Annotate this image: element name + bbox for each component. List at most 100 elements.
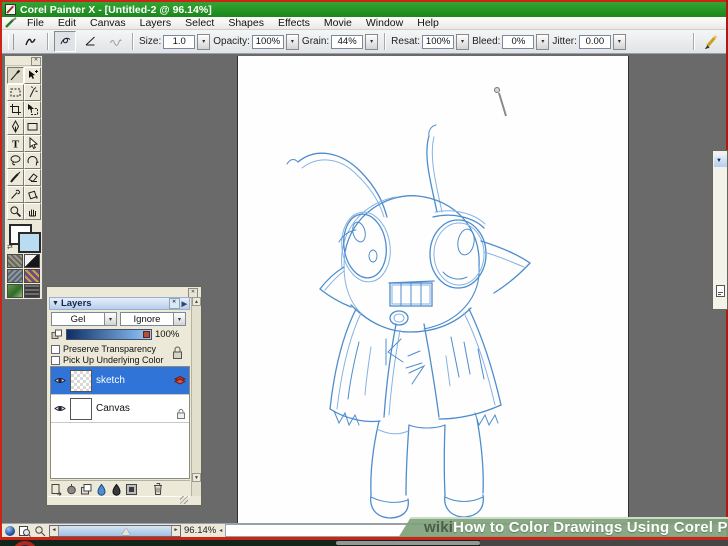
opacity-dropdown-button[interactable]: ▾ <box>285 33 299 50</box>
document-canvas[interactable] <box>237 56 629 523</box>
jitter-input[interactable]: 0.00 <box>578 34 611 49</box>
freehand-strokes-button[interactable] <box>54 31 76 52</box>
delete-layer-trash-icon[interactable] <box>152 482 164 496</box>
jitter-dropdown-button[interactable]: ▾ <box>612 33 626 50</box>
title-bar[interactable]: Corel Painter X - [Untitled-2 @ 96.14%] <box>2 2 726 17</box>
tool-text[interactable]: T <box>6 135 24 152</box>
brush-stroke-preview-button[interactable] <box>19 31 41 52</box>
resat-input[interactable]: 100% <box>422 34 455 49</box>
layer-thumbnail[interactable] <box>70 397 92 420</box>
resize-grip-icon[interactable] <box>180 496 188 504</box>
menu-item-edit[interactable]: Edit <box>51 17 83 29</box>
grain-input[interactable]: 44% <box>331 34 364 49</box>
layers-section-close-button[interactable]: ✕ <box>168 298 180 309</box>
swap-colors-icon[interactable]: ⇄ <box>7 243 13 251</box>
look-selector[interactable] <box>24 284 40 298</box>
bleed-dropdown-button[interactable]: ▾ <box>536 33 550 50</box>
menu-item-movie[interactable]: Movie <box>317 17 359 29</box>
page-info-icon[interactable] <box>18 525 31 537</box>
zoom-tool-icon[interactable] <box>34 525 46 537</box>
zoom-slider[interactable]: ◄ ► <box>49 524 181 537</box>
main-color-swatch[interactable] <box>18 232 41 253</box>
tool-dropper[interactable] <box>6 186 24 203</box>
color-selector[interactable]: ⇄ <box>5 221 42 253</box>
navigator-sphere-icon[interactable] <box>5 525 15 536</box>
menu-item-help[interactable]: Help <box>410 17 446 29</box>
docked-palette-fragment[interactable]: ▼ <box>712 150 728 310</box>
composite-method-dropdown[interactable]: Gel ▾ <box>51 312 117 326</box>
toolbox-close-button[interactable]: ✕ <box>31 57 41 66</box>
tool-brush[interactable] <box>6 67 24 84</box>
dynamic-plugins-icon[interactable] <box>65 483 78 496</box>
zoom-percentage[interactable]: 96.14% <box>184 525 216 536</box>
zoom-slider-thumb[interactable] <box>121 527 130 535</box>
layer-name[interactable]: Canvas <box>96 403 130 414</box>
tool-magnifier[interactable] <box>6 203 24 220</box>
player-progress-bar[interactable] <box>336 541 480 545</box>
tool-rectangular-shape[interactable] <box>23 118 41 135</box>
new-watercolor-layer-icon[interactable] <box>95 483 108 496</box>
pick-up-underlying-checkbox[interactable] <box>51 355 60 365</box>
tool-mixer-brush[interactable] <box>6 169 24 186</box>
tool-paint-bucket[interactable] <box>23 186 41 203</box>
opacity-input[interactable]: 100% <box>251 34 284 49</box>
menu-item-canvas[interactable]: Canvas <box>83 17 133 29</box>
slider-thumb[interactable] <box>143 331 150 338</box>
layer-row-canvas[interactable]: Canvas <box>51 395 189 423</box>
new-liquid-ink-layer-icon[interactable] <box>110 483 123 496</box>
new-layer-icon[interactable] <box>80 483 93 496</box>
grain-dropdown-button[interactable]: ▾ <box>365 33 379 50</box>
menu-item-file[interactable]: File <box>20 17 51 29</box>
pattern-selector[interactable] <box>7 269 23 283</box>
tool-layer-adjuster[interactable] <box>23 67 41 84</box>
zoom-in-arrow-icon[interactable]: ► <box>171 525 180 536</box>
layer-commands-icon[interactable] <box>50 483 63 496</box>
palette-page-icon[interactable] <box>715 284 726 298</box>
size-input[interactable]: 1.0 <box>163 34 196 49</box>
layer-visibility-eye-icon[interactable] <box>54 404 66 413</box>
toolbar-grip[interactable] <box>8 33 14 50</box>
weave-selector[interactable] <box>24 269 40 283</box>
layers-palette-title-bar[interactable]: ▼ Layers ✕ ▶ <box>49 297 190 310</box>
menu-item-layers[interactable]: Layers <box>133 17 179 29</box>
bleed-input[interactable]: 0% <box>502 34 535 49</box>
toolbox-header[interactable]: ✕ <box>5 56 42 66</box>
tool-rotate-page[interactable] <box>23 152 41 169</box>
tool-shape-selection[interactable] <box>23 135 41 152</box>
tool-grabber[interactable] <box>23 203 41 220</box>
menu-item-window[interactable]: Window <box>359 17 410 29</box>
resat-dropdown-button[interactable]: ▾ <box>456 33 470 50</box>
tool-pen[interactable] <box>6 118 24 135</box>
scroll-up-icon[interactable]: ▲ <box>192 297 201 306</box>
zoom-out-arrow-icon[interactable]: ◄ <box>50 525 59 536</box>
edit-brush-button[interactable] <box>700 31 722 52</box>
menu-item-effects[interactable]: Effects <box>271 17 317 29</box>
paper-selector[interactable] <box>7 254 23 268</box>
collapse-icon[interactable]: ▼ <box>52 300 59 307</box>
scroll-down-icon[interactable]: ▼ <box>192 473 201 482</box>
size-dropdown-button[interactable]: ▾ <box>197 33 211 50</box>
layer-visibility-eye-icon[interactable] <box>54 376 66 385</box>
layer-thumbnail[interactable] <box>70 369 92 392</box>
docked-palette-title-bar[interactable]: ▼ <box>714 155 727 167</box>
palette-resize-strip[interactable] <box>48 496 190 506</box>
layer-name[interactable]: sketch <box>96 375 125 386</box>
preserve-transparency-checkbox[interactable] <box>51 344 60 354</box>
align-to-path-button[interactable] <box>104 31 126 52</box>
zoom-preset-icon[interactable]: ◂ <box>219 527 222 534</box>
lock-layer-icon[interactable] <box>171 345 184 361</box>
palette-menu-icon[interactable]: ▶ <box>182 300 187 308</box>
tool-selection-adjuster[interactable] <box>23 101 41 118</box>
nozzle-selector[interactable] <box>7 284 23 298</box>
tool-rectangular-selection[interactable] <box>6 84 24 101</box>
tool-magic-wand[interactable] <box>23 84 41 101</box>
layer-row-sketch[interactable]: sketch <box>51 367 189 395</box>
layers-palette-scrollbar[interactable]: ▲ ▼ <box>191 297 201 496</box>
gradient-selector[interactable] <box>24 254 40 268</box>
straight-line-strokes-button[interactable] <box>79 31 101 52</box>
tool-crop[interactable] <box>6 101 24 118</box>
new-layer-mask-icon[interactable] <box>125 483 138 496</box>
menu-item-shapes[interactable]: Shapes <box>221 17 271 29</box>
tool-lasso[interactable] <box>6 152 24 169</box>
menu-item-select[interactable]: Select <box>178 17 221 29</box>
